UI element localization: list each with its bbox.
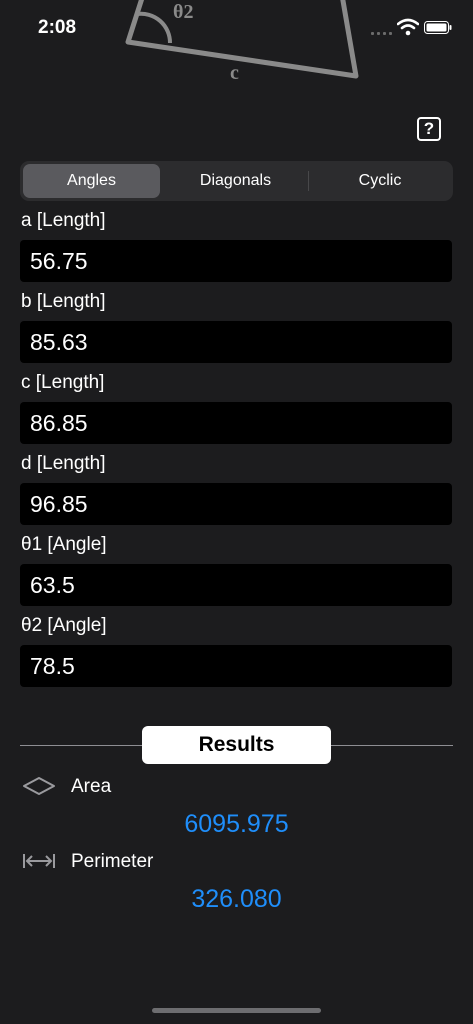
field-theta2-input[interactable]: 78.5 [20,645,452,687]
area-value: 6095.975 [184,810,289,838]
mode-segmented-control: Angles Diagonals Cyclic [20,161,453,201]
field-c-input[interactable]: 86.85 [20,402,452,444]
diamond-icon [23,777,55,795]
tab-angles[interactable]: Angles [23,164,160,198]
field-a-label: a [Length] [21,210,106,231]
area-label: Area [71,776,112,797]
perimeter-value: 326.080 [191,885,282,913]
width-arrows-icon [23,854,55,868]
field-b-input[interactable]: 85.63 [20,321,452,363]
segment-divider [308,171,309,191]
tab-diagonals[interactable]: Diagonals [164,164,307,198]
field-theta1-input[interactable]: 63.5 [20,564,452,606]
perimeter-label: Perimeter [71,851,154,872]
field-c-label: c [Length] [21,372,105,393]
field-d-label: d [Length] [21,453,106,474]
side-c-label: c [230,62,239,84]
field-theta2-label: θ2 [Angle] [21,615,107,636]
help-button[interactable]: ? [417,117,441,141]
field-d-input[interactable]: 96.85 [20,483,452,525]
quadrilateral-diagram: θ2 c [125,0,359,84]
results-divider-left [20,745,142,746]
field-a-input[interactable]: 56.75 [20,240,452,282]
results-divider-right [331,745,453,746]
field-b-label: b [Length] [21,291,106,312]
tab-cyclic[interactable]: Cyclic [310,164,450,198]
angle-theta2-label: θ2 [173,1,193,23]
field-theta1-label: θ1 [Angle] [21,534,107,555]
home-indicator[interactable] [152,1008,321,1013]
results-header: Results [142,726,331,764]
